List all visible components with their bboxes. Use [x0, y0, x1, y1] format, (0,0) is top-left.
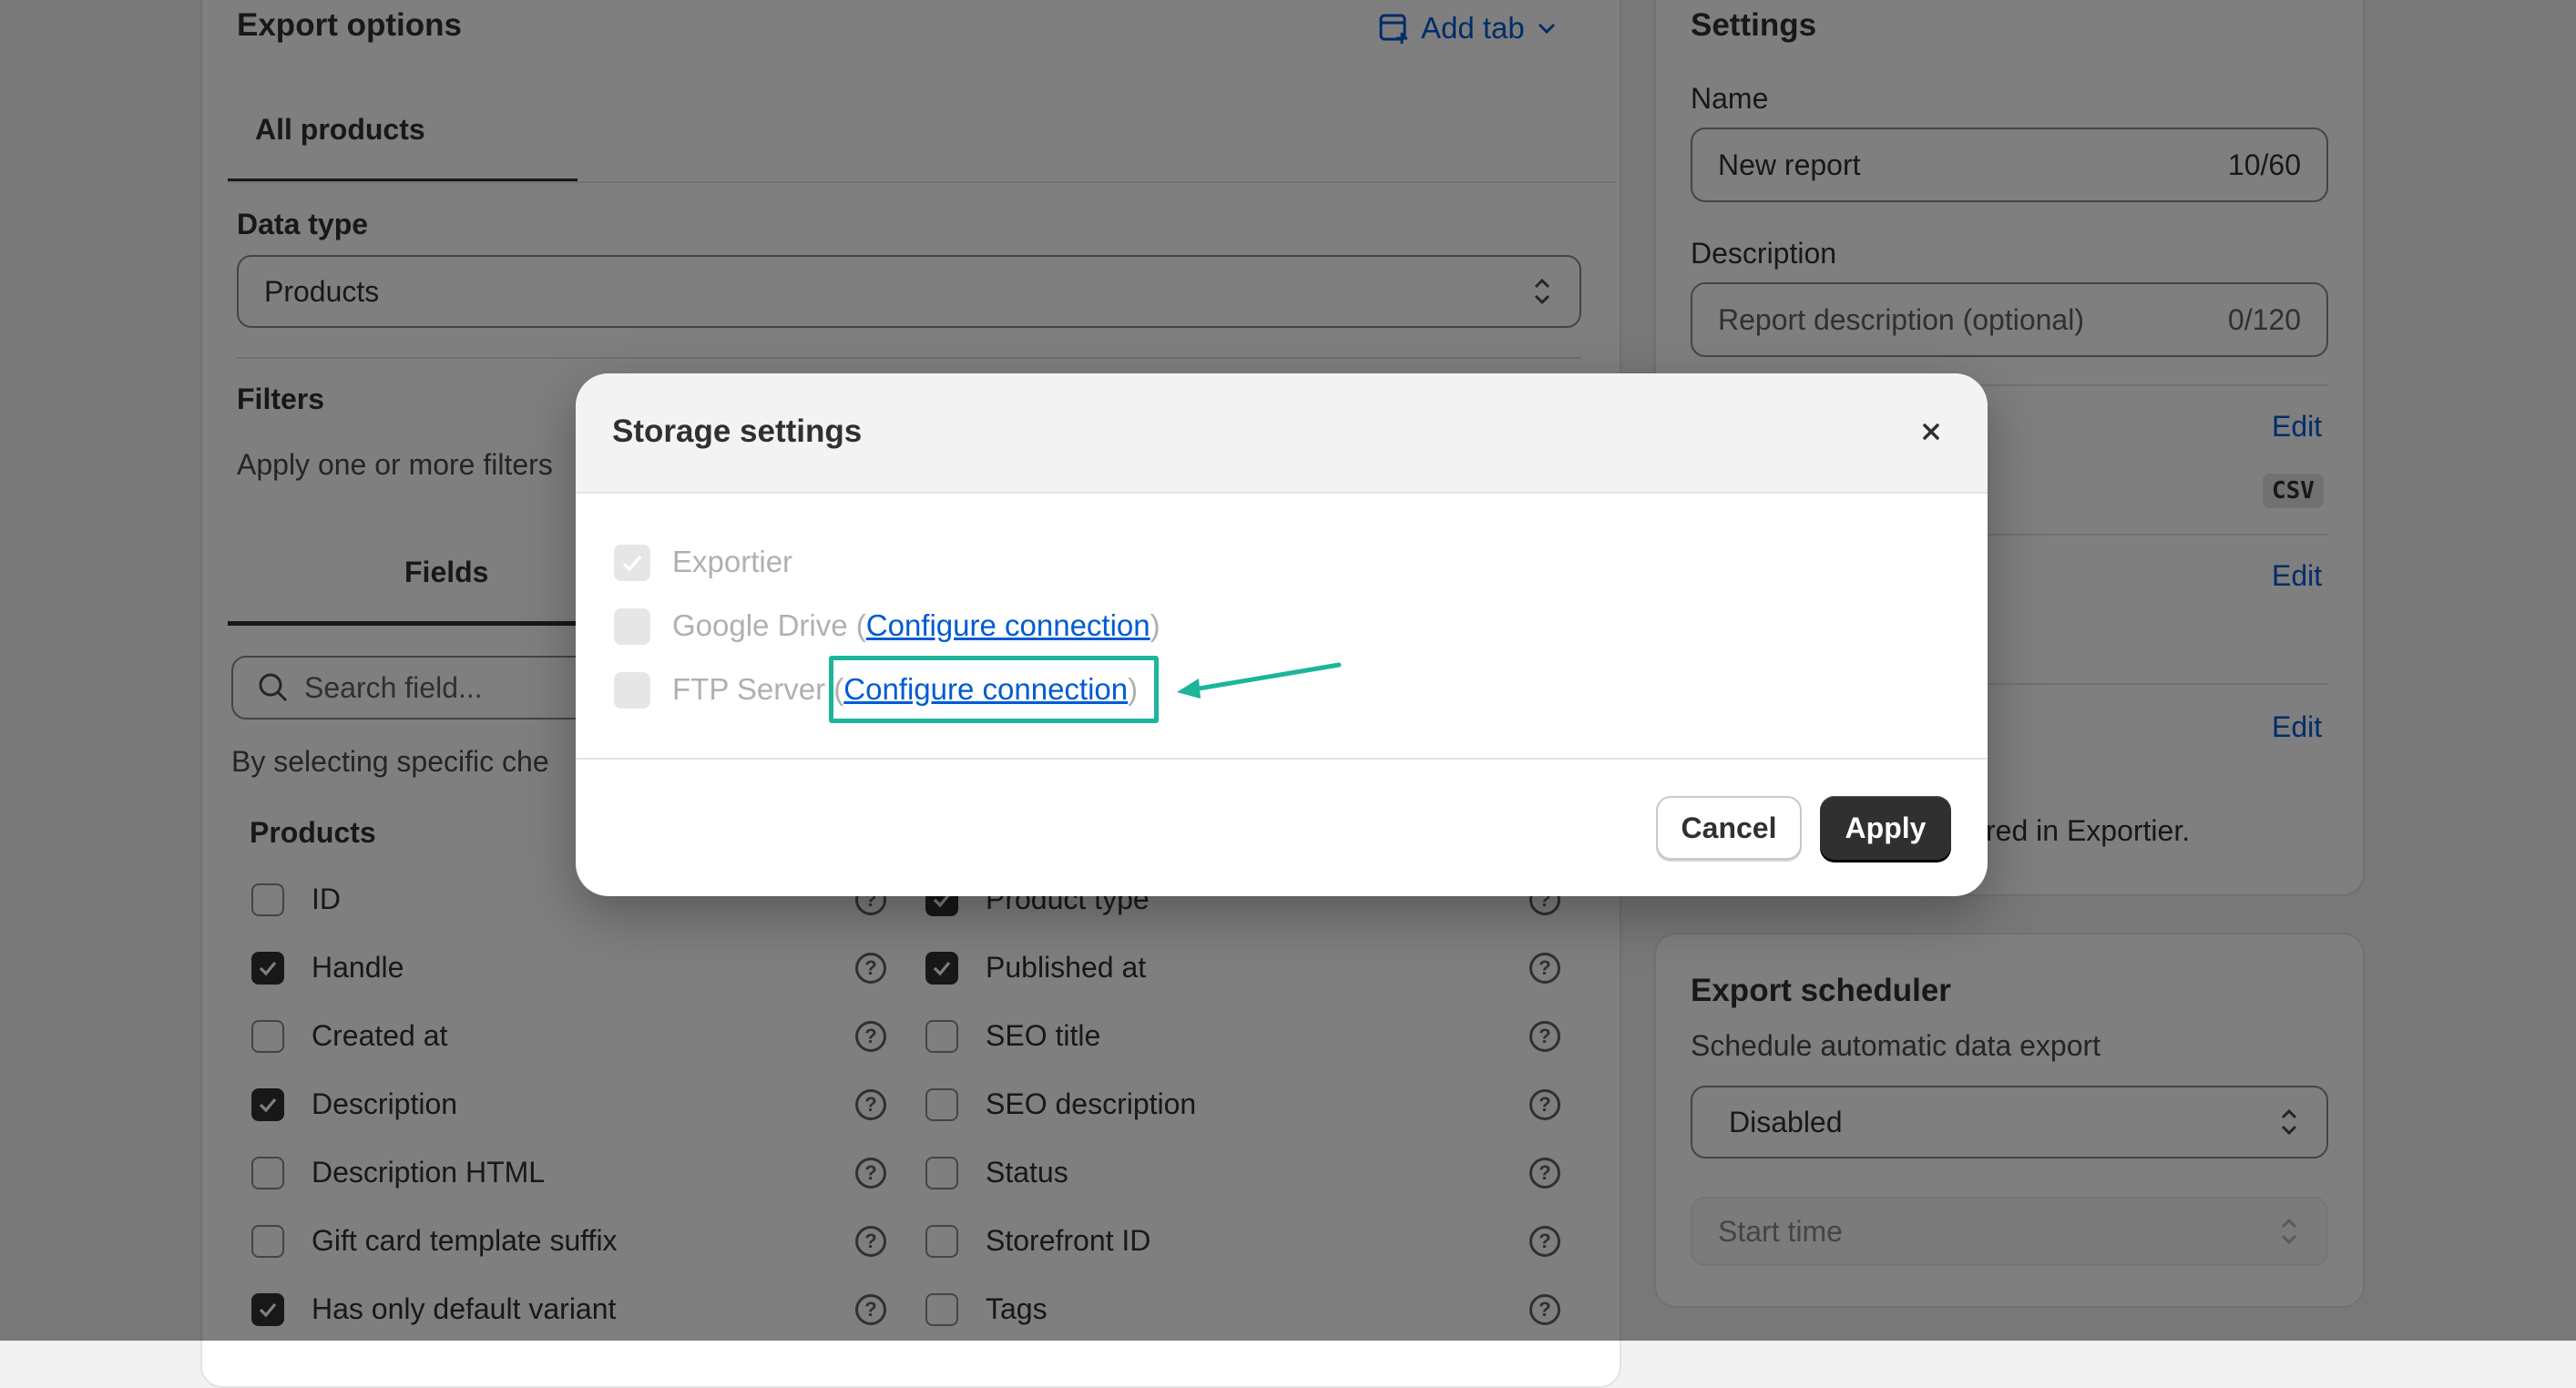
close-button[interactable] — [1913, 413, 1949, 450]
checkmark-icon — [622, 555, 642, 572]
cancel-button[interactable]: Cancel — [1656, 796, 1802, 860]
google-drive-label: Google Drive — [672, 608, 848, 642]
google-drive-configure-link[interactable]: Configure connection — [866, 608, 1150, 642]
close-icon — [1923, 424, 1939, 440]
apply-button[interactable]: Apply — [1820, 796, 1951, 860]
modal-header: Storage settings — [576, 373, 1988, 494]
modal-footer-divider — [576, 758, 1988, 760]
annotation-arrow-icon — [1177, 662, 1342, 699]
modal-title: Storage settings — [612, 413, 863, 449]
exportier-label: Exportier — [672, 545, 793, 578]
google-drive-checkbox[interactable] — [614, 608, 650, 645]
ftp-server-checkbox[interactable] — [614, 672, 650, 709]
ftp-server-label: FTP Server — [672, 672, 826, 706]
highlight-box — [829, 656, 1159, 723]
storage-settings-modal: Storage settings Exportier Google Drive … — [576, 373, 1988, 896]
google-drive-option: Google Drive (Configure connection) — [672, 608, 1160, 642]
exportier-checkbox[interactable] — [614, 545, 650, 581]
